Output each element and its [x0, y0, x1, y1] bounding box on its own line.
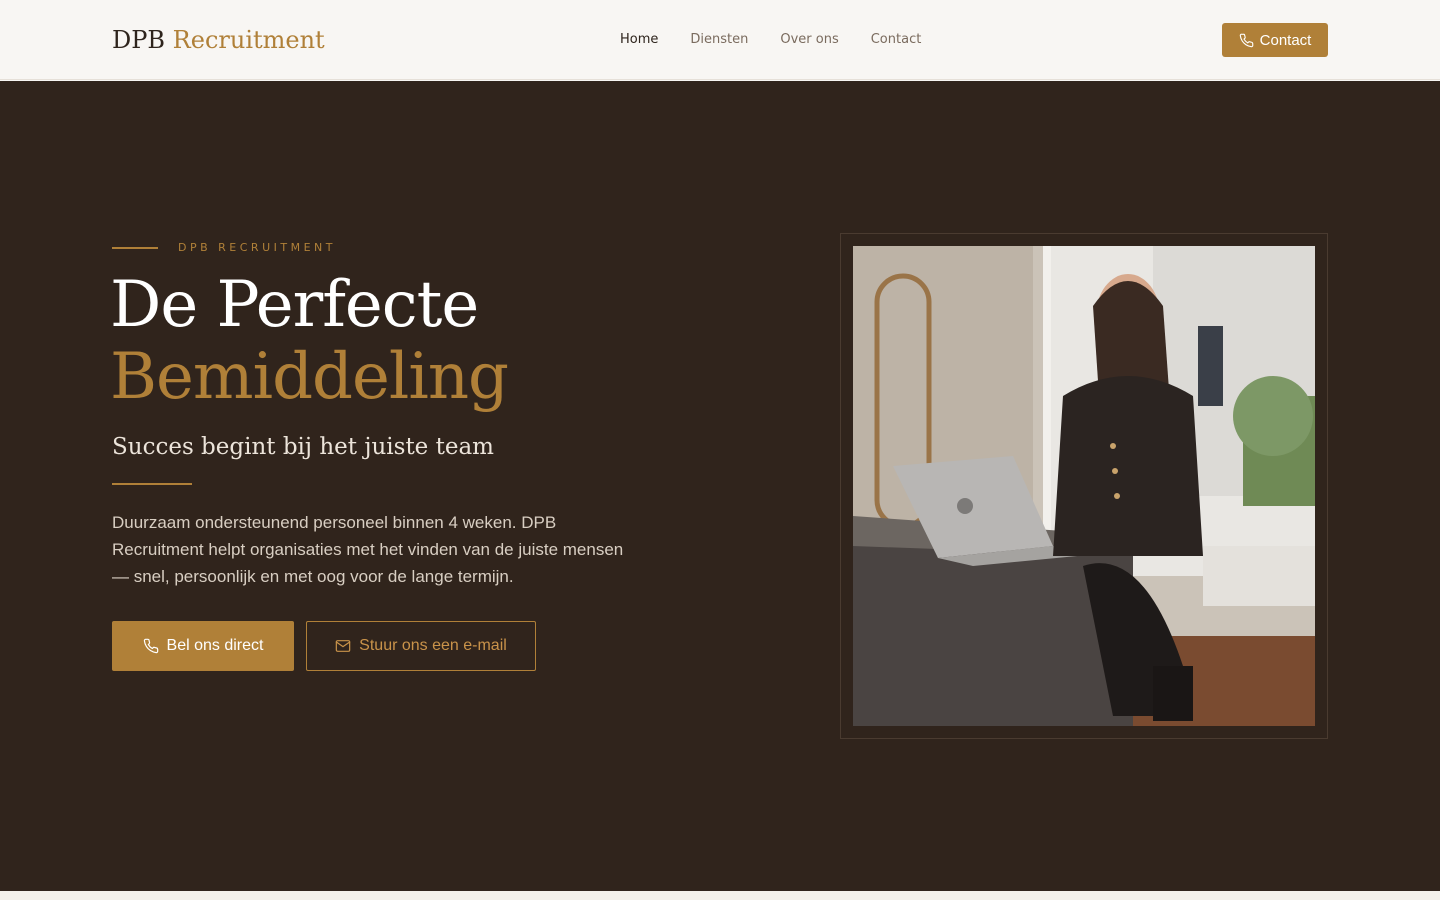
hero-description: Duurzaam ondersteunend personeel binnen … — [112, 513, 624, 586]
phone-icon — [1239, 33, 1253, 47]
header-contact-button[interactable]: Contact — [1222, 23, 1328, 57]
email-button-label: Stuur ons een e-mail — [359, 637, 507, 654]
next-section-edge — [0, 891, 1440, 900]
phone-icon — [143, 638, 158, 654]
main-nav: Home Diensten Over ons Contact — [620, 30, 921, 50]
hero-section: DPB RECRUITMENT De Perfecte Bemiddeling … — [0, 81, 1440, 891]
email-button[interactable]: Stuur ons een e-mail — [306, 621, 536, 671]
hero-eyebrow: DPB RECRUITMENT — [112, 240, 336, 256]
nav-home[interactable]: Home — [620, 30, 658, 50]
mail-icon — [335, 640, 351, 652]
hero-title-line1: De Perfecte — [110, 268, 479, 342]
site-header: DPB Recruitment Home Diensten Over ons C… — [0, 0, 1440, 80]
nav-over-ons[interactable]: Over ons — [780, 30, 838, 50]
call-button-label: Bel ons direct — [166, 637, 264, 654]
hero-photo-frame — [840, 233, 1328, 739]
hero-photo-illustration — [853, 246, 1315, 726]
hero-title-line2: Bemiddeling — [110, 340, 509, 414]
nav-diensten[interactable]: Diensten — [690, 30, 748, 50]
eyebrow-divider — [112, 247, 158, 249]
call-button[interactable]: Bel ons direct — [112, 621, 294, 671]
hero-photo — [853, 246, 1315, 726]
site-logo[interactable]: DPB Recruitment — [112, 24, 325, 56]
header-contact-label: Contact — [1259, 31, 1312, 49]
eyebrow-text: DPB RECRUITMENT — [178, 241, 336, 254]
logo-primary: DPB — [112, 26, 166, 54]
hero-subtitle: Succes begint bij het juiste team — [112, 434, 494, 460]
nav-contact[interactable]: Contact — [871, 30, 922, 50]
subtitle-divider — [112, 483, 192, 485]
logo-accent: Recruitment — [172, 26, 325, 54]
